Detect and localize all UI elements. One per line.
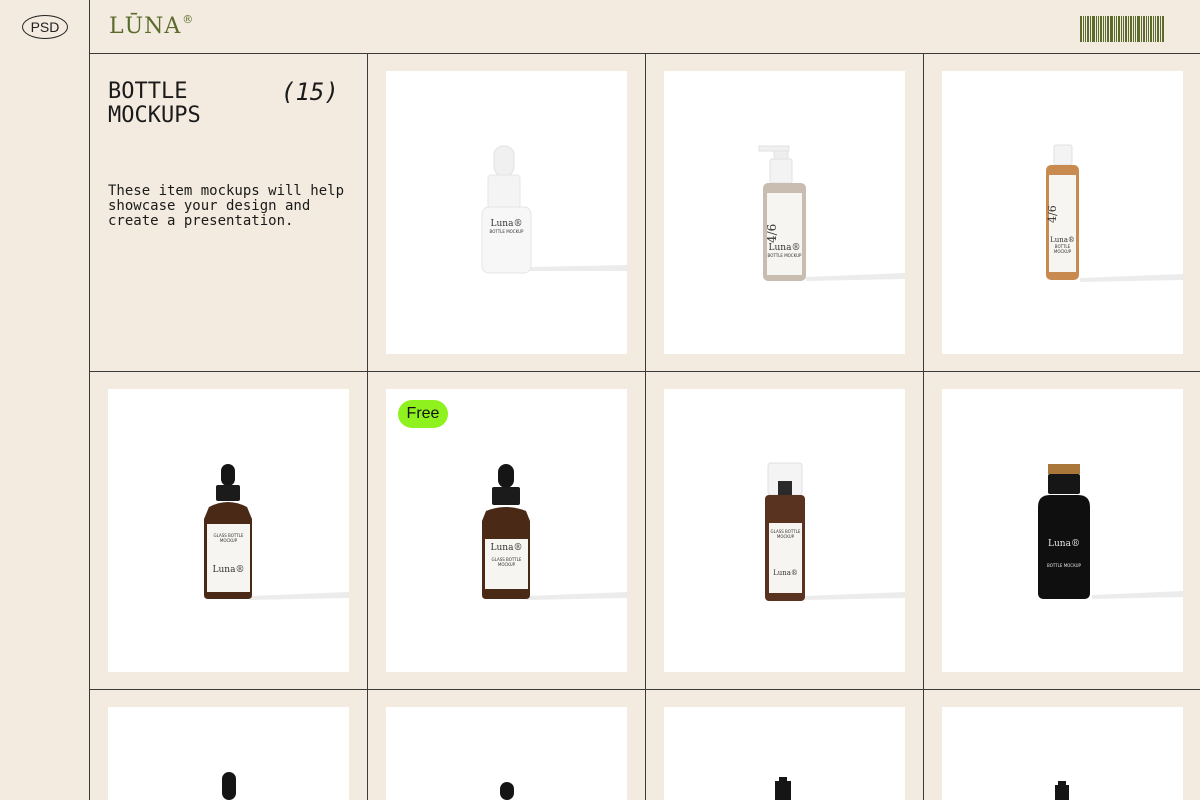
bottle-label-text: GLASS BOTTLE MOCKUP bbox=[491, 557, 522, 567]
barcode-bar bbox=[1123, 16, 1124, 42]
pump-bottle-image bbox=[1055, 781, 1069, 800]
barcode-bar bbox=[1130, 16, 1132, 42]
beige-pump-bottle-image: 4/6 bbox=[758, 145, 905, 281]
bottle-brand-label: Luna® bbox=[1048, 539, 1080, 549]
page-description: These item mockups will help showcase yo… bbox=[108, 183, 345, 229]
grid-line bbox=[89, 689, 1200, 690]
mockup-card[interactable] bbox=[664, 707, 905, 800]
mockup-card[interactable] bbox=[942, 707, 1183, 800]
grid-line bbox=[89, 371, 1200, 372]
mockup-card[interactable] bbox=[108, 707, 349, 800]
mockup-card[interactable] bbox=[386, 707, 627, 800]
barcode-bar bbox=[1110, 16, 1113, 42]
barcode-bar bbox=[1141, 16, 1142, 42]
barcode-bar bbox=[1157, 16, 1159, 42]
barcode-bar bbox=[1083, 16, 1084, 42]
pump-bottle-image bbox=[775, 777, 791, 800]
grid-line bbox=[89, 0, 90, 800]
bottle-brand-label: Luna® bbox=[768, 243, 801, 253]
barcode-bar bbox=[1148, 16, 1149, 42]
bottle-label-text: BOTTLE MOCKUP bbox=[489, 229, 524, 234]
grid-line bbox=[923, 53, 924, 800]
dropper-bottle-image bbox=[500, 782, 514, 800]
barcode-bar bbox=[1096, 16, 1097, 42]
svg-text:4/6: 4/6 bbox=[765, 224, 779, 243]
barcode-bar bbox=[1143, 16, 1145, 42]
mockup-card[interactable]: Luna® BOTTLE MOCKUP bbox=[386, 71, 627, 354]
barcode-bar bbox=[1107, 16, 1109, 42]
registered-mark: ® bbox=[182, 12, 195, 26]
white-dropper-bottle-image bbox=[481, 145, 627, 274]
grid-line bbox=[645, 53, 646, 800]
barcode-bar bbox=[1160, 16, 1161, 42]
bottle-label-text: GLASS BOTTLE MOCKUP bbox=[770, 529, 801, 539]
barcode-bar bbox=[1100, 16, 1102, 42]
bottle-brand-label: Luna® bbox=[1050, 236, 1075, 244]
barcode-bar bbox=[1133, 16, 1134, 42]
barcode-bar bbox=[1150, 16, 1152, 42]
barcode-bar bbox=[1128, 16, 1129, 42]
barcode-bar bbox=[1162, 16, 1164, 42]
barcode-bar bbox=[1135, 16, 1136, 42]
barcode-graphic bbox=[1080, 16, 1184, 42]
glass-dropper-bottle-small-image bbox=[482, 464, 627, 600]
grid-line bbox=[89, 53, 1200, 54]
mockup-card[interactable]: 4/6 Luna® BOTTLE MOCKUP bbox=[664, 71, 905, 354]
barcode-bar bbox=[1080, 16, 1082, 42]
barcode-bar bbox=[1087, 16, 1089, 42]
dropper-bottle-image bbox=[222, 772, 236, 800]
black-pump-bottle-image bbox=[1038, 464, 1183, 599]
barcode-bar bbox=[1092, 16, 1095, 42]
barcode-bar bbox=[1125, 16, 1127, 42]
barcode-bar bbox=[1098, 16, 1099, 42]
barcode-bar bbox=[1116, 16, 1117, 42]
barcode-bar bbox=[1090, 16, 1091, 42]
barcode-bar bbox=[1114, 16, 1115, 42]
barcode-bar bbox=[1105, 16, 1106, 42]
bottle-label-text: BOTTLE MOCKUP bbox=[767, 253, 802, 258]
barcode-bar bbox=[1103, 16, 1104, 42]
svg-text:4/6: 4/6 bbox=[1046, 205, 1059, 223]
amber-pump-bottle-image: 4/6 bbox=[1046, 144, 1183, 282]
barcode-bar bbox=[1146, 16, 1147, 42]
psd-format-badge: PSD bbox=[22, 15, 68, 39]
barcode-bar bbox=[1121, 16, 1122, 42]
bottle-label-text: GLASS BOTTLE MOCKUP bbox=[213, 533, 244, 543]
bottle-brand-label: Luna® bbox=[490, 543, 523, 553]
mockup-card[interactable]: Luna® BOTTLE MOCKUP bbox=[942, 389, 1183, 672]
mockup-card[interactable]: Luna® GLASS BOTTLE MOCKUP bbox=[386, 389, 627, 672]
barcode-bar bbox=[1155, 16, 1156, 42]
page-title: BOTTLE MOCKUPS bbox=[108, 79, 201, 128]
brand-logo[interactable]: LŪNA® bbox=[109, 12, 195, 39]
bottle-brand-label: Luna® bbox=[490, 219, 523, 229]
mockup-card[interactable]: 4/6 Luna® BOTTLE MOCKUP bbox=[942, 71, 1183, 354]
logo-text: LŪNA bbox=[109, 14, 182, 39]
grid-line bbox=[367, 53, 368, 800]
bottle-brand-label: Luna® bbox=[212, 565, 245, 575]
barcode-bar bbox=[1153, 16, 1154, 42]
mockup-card[interactable]: GLASS BOTTLE MOCKUP Luna® bbox=[664, 389, 905, 672]
barcode-bar bbox=[1137, 16, 1140, 42]
barcode-bar bbox=[1085, 16, 1086, 42]
bottle-label-text: BOTTLE MOCKUP bbox=[1047, 563, 1081, 568]
mockup-card[interactable]: GLASS BOTTLE MOCKUP Luna® bbox=[108, 389, 349, 672]
item-count: (15) bbox=[281, 78, 339, 106]
barcode-bar bbox=[1118, 16, 1120, 42]
free-badge[interactable]: Free bbox=[398, 400, 448, 428]
bottle-brand-label: Luna® bbox=[773, 569, 798, 577]
bottle-label-text: BOTTLE MOCKUP bbox=[1053, 244, 1072, 254]
